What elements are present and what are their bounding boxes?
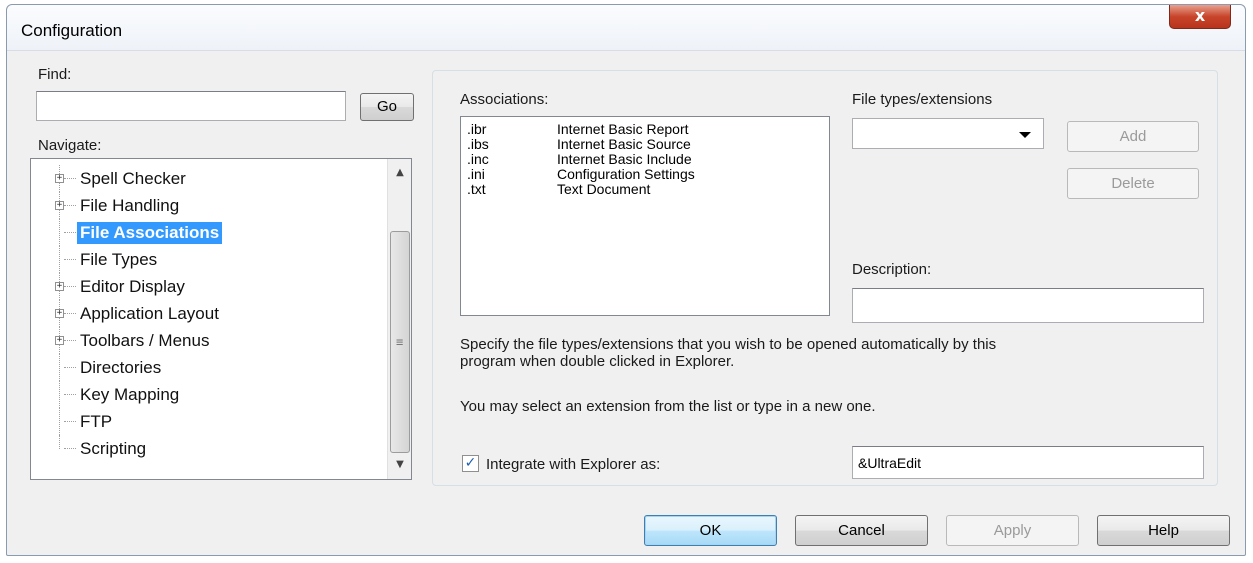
integrate-label: Integrate with Explorer as:	[486, 456, 661, 473]
tree-item-label: File Handling	[80, 196, 180, 215]
tree-item-label: Directories	[80, 358, 162, 377]
find-input[interactable]	[36, 91, 346, 121]
description-cell: Internet Basic Source	[557, 136, 691, 152]
integrate-name-field[interactable]	[852, 446, 1204, 479]
tree-scrollbar[interactable]: ▲ ≡ ▼	[387, 159, 411, 479]
tree-item[interactable]: File Associations	[31, 219, 381, 246]
apply-button[interactable]: Apply	[946, 515, 1079, 546]
tree-branch-line	[64, 232, 76, 233]
description-cell: Configuration Settings	[557, 166, 695, 182]
tree-branch-line	[64, 421, 76, 422]
tree-branch-line	[64, 448, 76, 449]
extension-cell: .txt	[467, 181, 486, 197]
help-button[interactable]: Help	[1097, 515, 1230, 546]
description-cell: Internet Basic Report	[557, 121, 689, 137]
tree-branch-line	[64, 205, 76, 206]
tree-item[interactable]: File Types	[31, 246, 381, 273]
find-label: Find:	[38, 66, 72, 83]
tree-item[interactable]: + File Handling	[31, 192, 381, 219]
associations-label: Associations:	[460, 91, 549, 108]
close-button[interactable]: x	[1169, 5, 1231, 29]
tree-item-label: Key Mapping	[80, 385, 180, 404]
extension-cell: .inc	[467, 151, 489, 167]
description-cell: Internet Basic Include	[557, 151, 692, 167]
tree-item-label: Toolbars / Menus	[80, 331, 210, 350]
help-text-line-3: You may select an extension from the lis…	[460, 398, 876, 415]
tree-branch-line	[64, 259, 76, 260]
tree-item[interactable]: Directories	[31, 354, 381, 381]
tree-item[interactable]: + Editor Display	[31, 273, 381, 300]
tree-item[interactable]: Scripting	[31, 435, 381, 462]
tree-items: + Spell Checker + File Handling File Associa…	[31, 159, 381, 479]
window-title: Configuration	[21, 21, 123, 40]
scroll-thumb[interactable]: ≡	[390, 231, 410, 453]
extension-cell: .ini	[467, 166, 485, 182]
extension-cell: .ibr	[467, 121, 487, 137]
expand-icon[interactable]: +	[55, 336, 64, 345]
integrate-checkbox[interactable]: ✓	[462, 455, 479, 472]
tree-connector	[59, 381, 60, 408]
tree-item[interactable]: + Application Layout	[31, 300, 381, 327]
tree-item-label: Editor Display	[80, 277, 185, 296]
expand-icon[interactable]: +	[55, 282, 64, 291]
file-types-combo[interactable]	[852, 118, 1044, 149]
file-types-label: File types/extensions	[852, 91, 993, 108]
tree-item[interactable]: Key Mapping	[31, 381, 381, 408]
navigate-label: Navigate:	[38, 137, 102, 154]
tree-branch-line	[64, 394, 76, 395]
add-button[interactable]: Add	[1067, 121, 1199, 152]
delete-button[interactable]: Delete	[1067, 168, 1199, 199]
expand-icon[interactable]: +	[55, 201, 64, 210]
tree-connector	[59, 354, 60, 381]
chevron-down-icon	[1019, 132, 1031, 138]
tree-item[interactable]: + Toolbars / Menus	[31, 327, 381, 354]
tree-item[interactable]: FTP	[31, 408, 381, 435]
tree-item-label: Scripting	[80, 439, 147, 458]
tree-connector	[59, 246, 60, 273]
tree-item-label: File Associations	[77, 222, 223, 244]
tree-item-label: FTP	[80, 412, 113, 431]
tree-item-label: Spell Checker	[80, 169, 186, 188]
scroll-down-icon[interactable]: ▼	[388, 455, 412, 475]
title-bar[interactable]: Configuration x	[7, 5, 1245, 51]
tree-item[interactable]: + Spell Checker	[31, 165, 381, 192]
tree-item-label: Application Layout	[80, 304, 219, 323]
tree-connector	[59, 435, 60, 449]
tree-branch-line	[64, 340, 76, 341]
description-cell: Text Document	[557, 181, 651, 197]
grip-icon: ≡	[396, 335, 404, 349]
description-field[interactable]	[852, 288, 1204, 323]
description-label: Description:	[852, 261, 932, 278]
tree-connector	[59, 219, 60, 246]
expand-icon[interactable]: +	[55, 174, 64, 183]
navigate-tree[interactable]: + Spell Checker + File Handling File Associa…	[30, 158, 412, 480]
tree-connector	[59, 408, 60, 435]
help-text-line-1: Specify the file types/extensions that y…	[460, 336, 997, 353]
tree-branch-line	[64, 286, 76, 287]
associations-list[interactable]: .ibr Internet Basic Report .ibs Internet Ba…	[460, 116, 830, 316]
extension-cell: .ibs	[467, 136, 489, 152]
ok-button[interactable]: OK	[644, 515, 777, 546]
scroll-up-icon[interactable]: ▲	[388, 163, 412, 183]
help-text-line-2: program when double clicked in Explorer.	[460, 353, 735, 370]
go-button[interactable]: Go	[360, 93, 414, 121]
tree-branch-line	[64, 178, 76, 179]
expand-icon[interactable]: +	[55, 309, 64, 318]
tree-branch-line	[64, 313, 76, 314]
tree-branch-line	[64, 367, 76, 368]
cancel-button[interactable]: Cancel	[795, 515, 928, 546]
tree-item-label: File Types	[80, 250, 158, 269]
